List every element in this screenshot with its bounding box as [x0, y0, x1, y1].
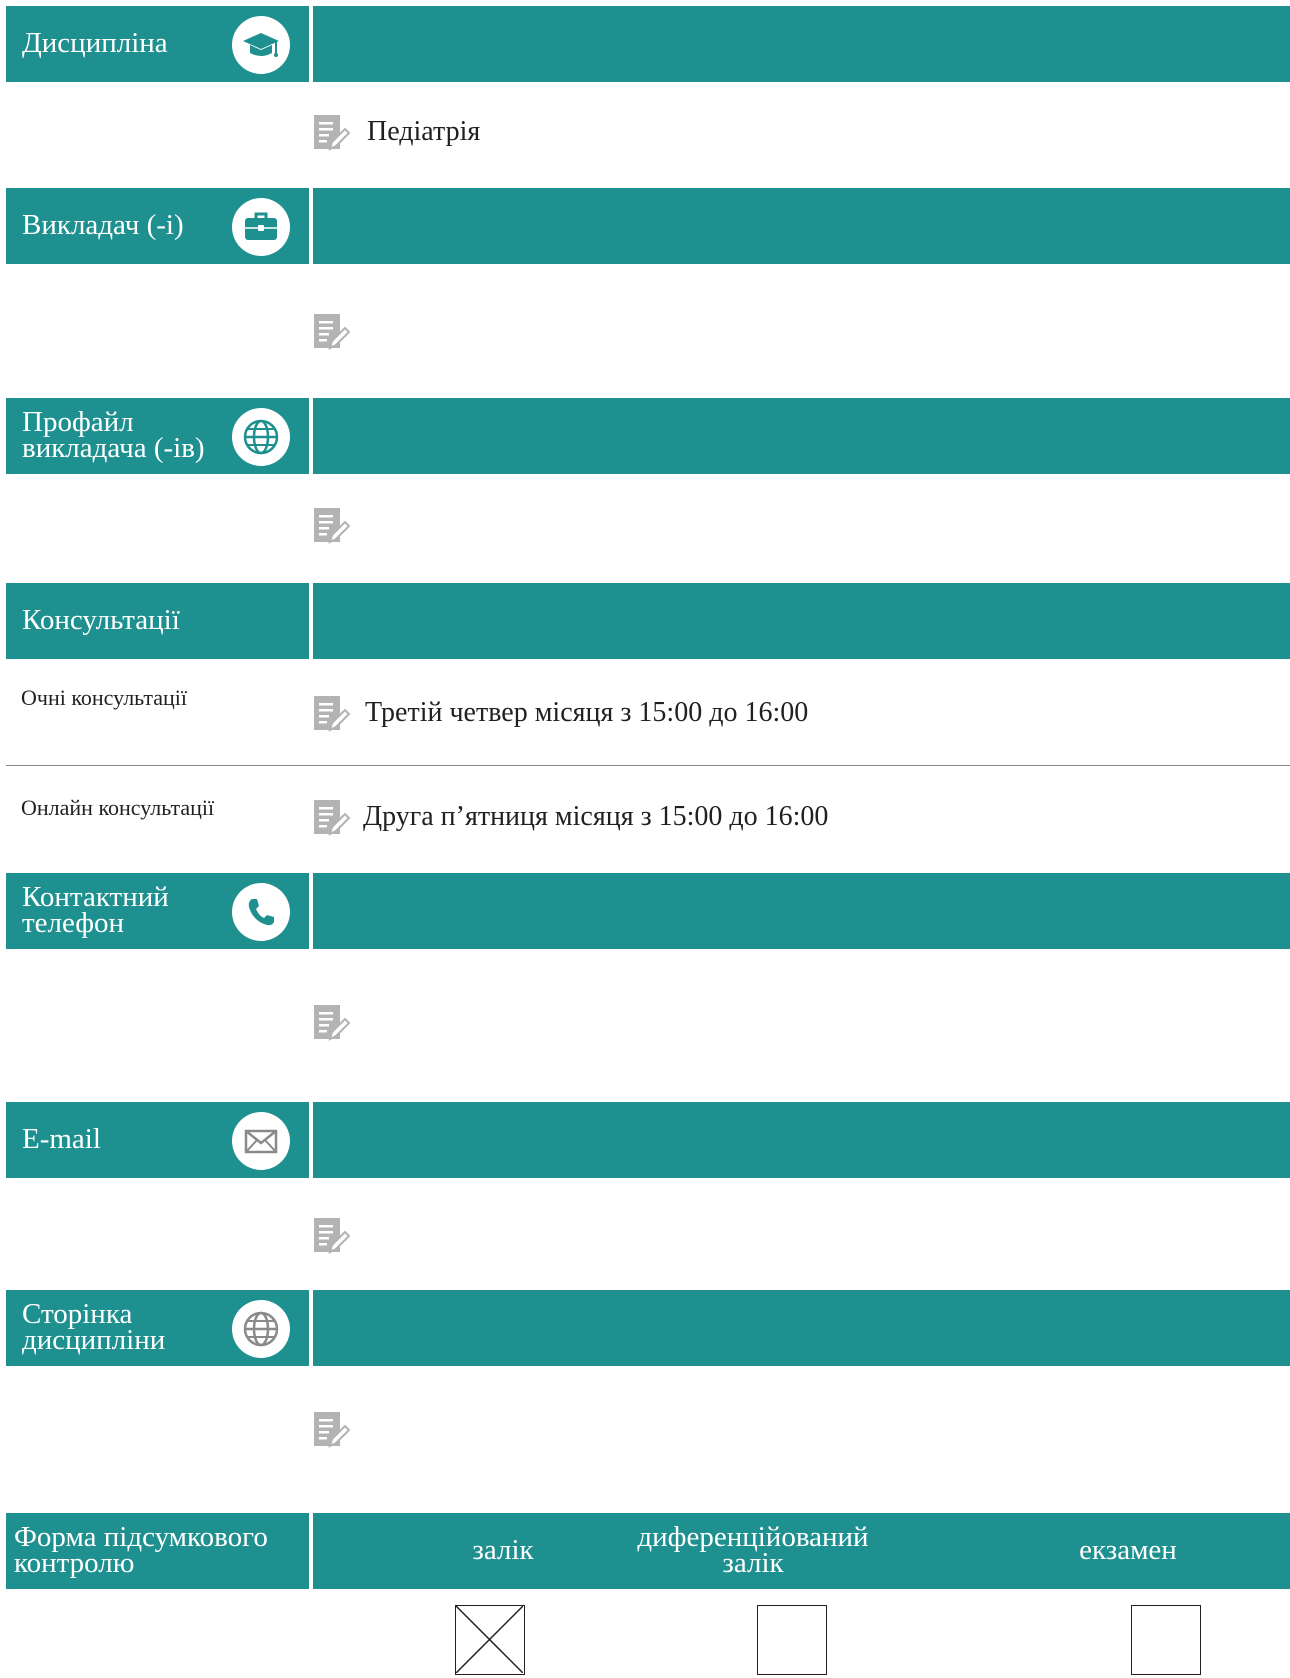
- consultation-label-offline: Очні консультації: [21, 685, 188, 710]
- consultation-value-offline: Третій четвер місяця з 15:00 до 16:00: [365, 697, 809, 728]
- checkbox-cross-mark: [455, 1605, 524, 1674]
- discipline-header-value-cell: [313, 6, 1290, 82]
- teacher-header-label-cell: Викладач (-і): [6, 188, 309, 264]
- final-control-title-line2: контролю: [14, 1547, 135, 1579]
- globe-icon: [232, 408, 290, 466]
- option-label-exam: екзамен: [1079, 1534, 1177, 1566]
- email-header: E-mail: [6, 1102, 1290, 1178]
- note-edit-icon: [314, 1218, 351, 1254]
- note-edit-icon: [314, 115, 351, 151]
- checkbox-diff-pass[interactable]: [757, 1605, 827, 1675]
- option-label-pass: залік: [472, 1534, 534, 1566]
- teacher-header: Викладач (-і): [6, 188, 1290, 264]
- phone-header: Контактний телефон: [6, 873, 1290, 949]
- note-edit-icon: [314, 800, 351, 836]
- phone-header-value-cell: [313, 873, 1290, 949]
- profile-title: Профайл викладача (-ів): [22, 408, 205, 464]
- consultations-header-value-cell: [313, 583, 1290, 659]
- note-edit-icon: [314, 1005, 351, 1041]
- consultations-header-label-cell: Консультації: [6, 583, 309, 659]
- course-page-header-value-cell: [313, 1290, 1290, 1366]
- final-control-options-header: залік диференційований залік екзамен: [313, 1513, 1290, 1589]
- consultation-label-online: Онлайн консультації: [21, 795, 215, 820]
- consultation-value-online: Друга п’ятниця місяця з 15:00 до 16:00: [363, 801, 829, 832]
- final-control-title: Форма підсумкового контролю: [14, 1523, 268, 1579]
- teacher-header-value-cell: [313, 188, 1290, 264]
- discipline-header-label-cell: Дисципліна: [6, 6, 309, 82]
- option-label-diff-pass-line2: залік: [722, 1547, 784, 1579]
- note-edit-icon: [314, 314, 351, 350]
- phone-icon: [232, 883, 290, 941]
- note-edit-icon: [314, 1412, 351, 1448]
- briefcase-icon: [232, 198, 290, 256]
- row-divider: [6, 765, 1290, 766]
- envelope-icon: [232, 1112, 290, 1170]
- consultations-title: Консультації: [22, 604, 180, 636]
- profile-title-line2: викладача (-ів): [22, 432, 205, 464]
- phone-title-line2: телефон: [22, 907, 125, 939]
- email-header-label-cell: E-mail: [6, 1102, 309, 1178]
- profile-header-label-cell: Профайл викладача (-ів): [6, 398, 309, 474]
- email-header-value-cell: [313, 1102, 1290, 1178]
- discipline-header: Дисципліна: [6, 6, 1290, 82]
- globe-icon: [232, 1300, 290, 1358]
- option-label-diff-pass: диференційований залік: [603, 1523, 903, 1579]
- final-control-header-label-cell: Форма підсумкового контролю: [6, 1513, 309, 1589]
- course-page-title: Сторінка дисципліни: [22, 1300, 166, 1356]
- profile-header: Профайл викладача (-ів): [6, 398, 1290, 474]
- final-control-header: Форма підсумкового контролю залік дифере…: [6, 1513, 1290, 1589]
- course-page-title-line2: дисципліни: [22, 1324, 166, 1356]
- discipline-value: Педіатрія: [367, 116, 481, 147]
- note-edit-icon: [314, 696, 351, 732]
- note-edit-icon: [314, 508, 351, 544]
- discipline-title: Дисципліна: [22, 27, 168, 59]
- checkbox-exam[interactable]: [1131, 1605, 1201, 1675]
- course-page-header: Сторінка дисципліни: [6, 1290, 1290, 1366]
- phone-header-label-cell: Контактний телефон: [6, 873, 309, 949]
- graduation-cap-icon: [232, 16, 290, 74]
- consultations-header: Консультації: [6, 583, 1290, 659]
- email-title: E-mail: [22, 1123, 101, 1155]
- phone-title: Контактний телефон: [22, 883, 169, 939]
- checkbox-pass[interactable]: [455, 1605, 525, 1675]
- teacher-title: Викладач (-і): [22, 209, 184, 241]
- course-page-header-label-cell: Сторінка дисципліни: [6, 1290, 309, 1366]
- profile-header-value-cell: [313, 398, 1290, 474]
